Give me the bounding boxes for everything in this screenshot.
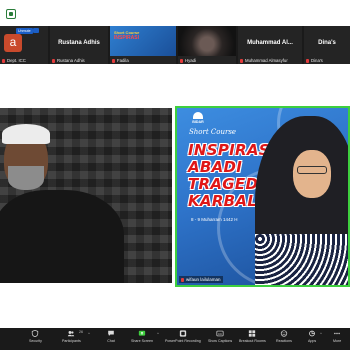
- gallery-strip: a Unmute Dept. ICC Rustana Adhis Rustana…: [0, 26, 350, 64]
- more-label: More: [333, 339, 342, 343]
- poster-thumb-title: INSPIRASI: [114, 35, 140, 41]
- security-shield-icon[interactable]: [6, 9, 16, 19]
- powerpoint-recording-label: PowerPoint Recording: [165, 339, 201, 343]
- poster-thumbnail: Short Course INSPIRASI: [110, 26, 176, 56]
- participant-tile[interactable]: Hyadi: [178, 26, 236, 64]
- chevron-up-icon[interactable]: ^: [88, 331, 90, 336]
- logo-mark: [193, 112, 203, 119]
- share-screen-button[interactable]: Share Screen: [131, 330, 153, 343]
- breakout-rooms-label: Breakout Rooms: [239, 339, 266, 343]
- shield-icon: [32, 330, 39, 337]
- participant-display-name: Dina's: [318, 40, 336, 46]
- organization-logo: BIDAR: [189, 112, 207, 126]
- speaker-video[interactable]: [0, 108, 172, 283]
- apps-icon: [309, 330, 315, 337]
- muted-mic-icon: [240, 58, 243, 63]
- security-label: Security: [29, 339, 42, 343]
- presenter-name-label: wifaun lailulaman: [179, 276, 223, 283]
- shared-screen[interactable]: BIDAR Short Course INSPIRASI ABADI TRAGE…: [175, 106, 350, 287]
- unmute-menu-button[interactable]: [33, 28, 39, 33]
- apps-button[interactable]: Apps: [308, 330, 316, 343]
- apps-label: Apps: [308, 339, 317, 343]
- show-captions-label: Show Captions: [208, 339, 233, 343]
- avatar: a: [4, 34, 22, 52]
- presenter-clothing: [255, 234, 348, 285]
- security-button[interactable]: Security: [29, 330, 42, 343]
- speaker-body: [0, 190, 124, 283]
- muted-mic-icon: [181, 277, 184, 282]
- more-button[interactable]: More: [333, 330, 341, 343]
- participant-tile[interactable]: Rustana Adhis Rustana Adhis: [50, 26, 108, 64]
- more-icon: [334, 332, 340, 335]
- participant-name: Fadila: [112, 58, 129, 63]
- poster-dates: 8 - 9 Muharram 1442 H: [191, 217, 238, 222]
- participant-name: Rustana Adhis: [52, 58, 85, 63]
- share-screen-label: Share Screen: [131, 339, 153, 343]
- logo-text: BIDAR: [192, 120, 204, 124]
- reactions-label: Reactions: [276, 339, 292, 343]
- unmute-badge[interactable]: Unmute: [16, 28, 33, 34]
- chat-button[interactable]: Chat: [107, 330, 115, 343]
- chat-icon: [108, 330, 114, 336]
- meeting-toolbar: Security Participants 26 ^ Chat Share Sc…: [0, 328, 350, 350]
- participants-label: Participants: [62, 339, 81, 343]
- muted-mic-icon: [52, 58, 55, 63]
- course-poster: BIDAR Short Course INSPIRASI ABADI TRAGE…: [177, 108, 348, 285]
- reactions-button[interactable]: Reactions: [276, 330, 292, 343]
- presenter-face: [293, 150, 331, 198]
- top-strip: [0, 0, 350, 26]
- poster-title-line: TRAGEDI: [188, 175, 265, 193]
- short-course-label: Short Course: [189, 128, 237, 136]
- captions-icon: CC: [216, 330, 224, 337]
- chevron-up-icon[interactable]: ^: [320, 331, 322, 336]
- muted-mic-icon: [112, 58, 115, 63]
- participant-tile[interactable]: Dina's Dina's: [304, 26, 350, 64]
- participant-tile[interactable]: a Unmute Dept. ICC: [0, 26, 48, 64]
- participants-button[interactable]: Participants: [62, 330, 81, 343]
- participant-display-name: Muhammad Al...: [247, 40, 293, 46]
- presenter-video: [255, 116, 348, 285]
- reactions-icon: [280, 330, 288, 337]
- participant-name: Dept. ICC: [2, 58, 26, 63]
- record-icon: [179, 330, 187, 337]
- participants-icon: [68, 331, 75, 337]
- speaker-cap: [2, 124, 50, 144]
- poster-title-line: ABADI: [188, 158, 243, 176]
- breakout-rooms-button[interactable]: Breakout Rooms: [239, 330, 266, 343]
- powerpoint-recording-button[interactable]: PowerPoint Recording: [165, 330, 201, 343]
- participant-display-name: Rustana Adhis: [58, 40, 100, 46]
- main-video-area: BIDAR Short Course INSPIRASI ABADI TRAGE…: [0, 64, 350, 328]
- speaker-beard: [8, 166, 44, 190]
- participant-tile[interactable]: Muhammad Al... Muhammad Almasyfur: [238, 26, 302, 64]
- participants-count: 26: [79, 330, 83, 334]
- presenter-glasses: [297, 166, 327, 174]
- muted-mic-icon: [2, 58, 5, 63]
- muted-mic-icon: [306, 58, 309, 63]
- chevron-up-icon[interactable]: ^: [157, 331, 159, 336]
- participant-name: Muhammad Almasyfur: [240, 58, 288, 63]
- share-screen-icon: [138, 330, 146, 336]
- breakout-icon: [249, 330, 256, 337]
- participant-name: Hyadi: [180, 58, 196, 63]
- show-captions-button[interactable]: CC Show Captions: [208, 330, 232, 343]
- chat-label: Chat: [107, 339, 115, 343]
- participant-tile[interactable]: Short Course INSPIRASI Fadila: [110, 26, 176, 64]
- svg-text:CC: CC: [218, 332, 222, 336]
- participant-video: [178, 26, 236, 56]
- participant-name: Dina's: [306, 58, 323, 63]
- muted-mic-icon: [180, 58, 183, 63]
